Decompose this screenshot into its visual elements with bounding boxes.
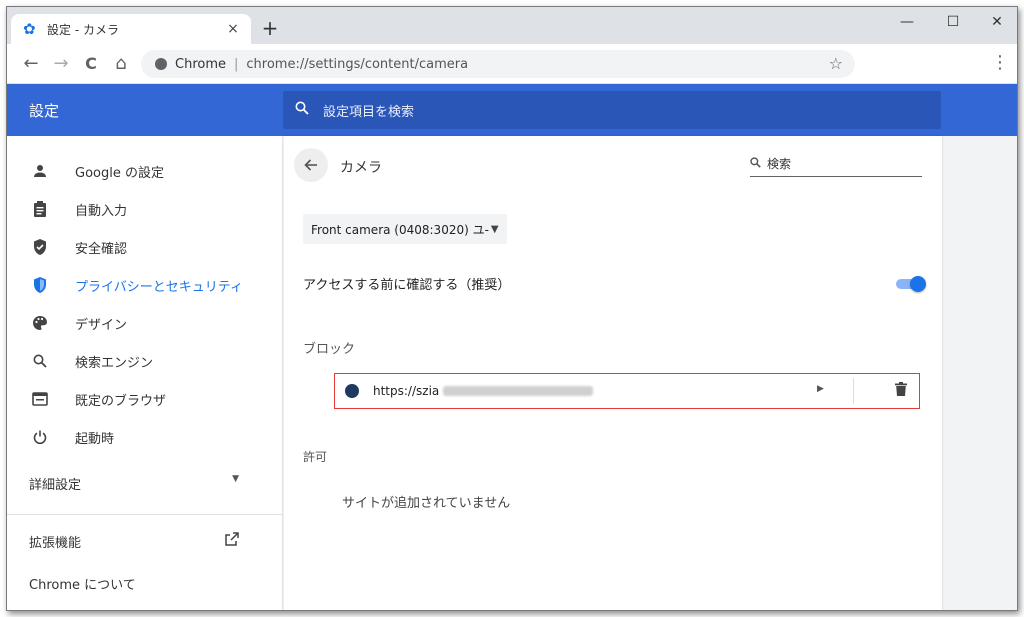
toggle-knob: [910, 276, 926, 292]
search-placeholder: 検索: [767, 157, 792, 171]
search-icon: [295, 101, 309, 119]
page-title: カメラ: [340, 160, 382, 176]
open-external-icon: [225, 532, 239, 551]
row-separator: [853, 378, 854, 404]
palette-icon: [31, 314, 49, 332]
sidebar-about-chrome[interactable]: Chrome について: [29, 574, 136, 593]
sidebar-item-label: 検索エンジン: [75, 355, 154, 371]
sidebar-item-label: 自動入力: [75, 203, 128, 219]
camera-select[interactable]: Front camera (0408:3020) ユ- ▼: [303, 214, 507, 244]
sidebar-item-label: プライバシーとセキュリティ: [75, 279, 243, 295]
sidebar-extensions[interactable]: 拡張機能: [29, 532, 239, 551]
trash-icon[interactable]: [895, 382, 907, 400]
gear-icon: ✿: [23, 20, 36, 38]
sidebar-item-startup[interactable]: 起動時: [7, 418, 283, 456]
tab-title: 設定 - カメラ: [47, 22, 119, 37]
shield-check-icon: [31, 238, 49, 256]
reload-icon[interactable]: C: [79, 51, 103, 75]
sidebar-item-privacy[interactable]: プライバシーとセキュリティ: [7, 266, 283, 304]
url-separator: |: [234, 56, 239, 72]
sidebar-item-safety-check[interactable]: 安全確認: [7, 228, 283, 266]
search-icon: [31, 352, 49, 370]
url-text: chrome://settings/content/camera: [246, 56, 469, 72]
tab-settings-camera[interactable]: ✿ 設定 - カメラ ×: [11, 14, 251, 44]
sidebar-item-default-browser[interactable]: 既定のブラウザ: [7, 380, 283, 418]
sidebar-item-label: 起動時: [75, 431, 115, 447]
tab-close-icon[interactable]: ×: [225, 21, 241, 37]
site-search-input[interactable]: 検索: [750, 155, 922, 177]
sidebar-advanced[interactable]: 詳細設定 ▼: [29, 474, 239, 493]
power-icon: [31, 428, 49, 446]
sidebar-item-google[interactable]: Google の設定: [7, 152, 283, 190]
menu-kebab-icon[interactable]: ⋮: [991, 53, 1009, 73]
clipboard-icon: [31, 200, 49, 218]
camera-select-value: Front camera (0408:3020) ユ-: [311, 222, 489, 237]
sidebar-item-design[interactable]: デザイン: [7, 304, 283, 342]
chrome-label: Chrome: [175, 56, 226, 72]
block-section-label: ブロック: [303, 342, 356, 357]
sidebar-divider: [7, 514, 283, 515]
extensions-label: 拡張機能: [29, 536, 82, 551]
bookmark-star-icon[interactable]: ☆: [829, 54, 843, 73]
sidebar-item-label: デザイン: [75, 317, 128, 333]
sidebar-item-autofill[interactable]: 自動入力: [7, 190, 283, 228]
redacted-url-part: [443, 386, 593, 396]
browser-icon: [31, 390, 49, 408]
back-arrow-icon[interactable]: ←: [19, 51, 43, 75]
ask-before-access-label: アクセスする前に確認する（推奨）: [303, 278, 511, 293]
search-icon: [750, 156, 761, 171]
allow-section-label: 許可: [303, 450, 328, 464]
allow-empty-message: サイトが追加されていません: [342, 496, 511, 511]
chrome-icon: [155, 58, 167, 70]
forward-arrow-icon[interactable]: →: [49, 51, 73, 75]
title-bar: ✿ 設定 - カメラ × + — ☐ ✕: [7, 7, 1017, 44]
sidebar-item-label: 安全確認: [75, 241, 128, 257]
camera-settings-card: カメラ 検索 Front camera (0408:3020) ユ- ▼ アクセ…: [284, 136, 942, 610]
home-icon[interactable]: ⌂: [109, 51, 133, 75]
minimize-button[interactable]: —: [885, 7, 929, 37]
settings-search-input[interactable]: 設定項目を検索: [283, 91, 941, 129]
advanced-label: 詳細設定: [29, 478, 82, 493]
settings-title: 設定: [29, 102, 60, 120]
site-favicon-icon: [345, 384, 359, 398]
chevron-down-icon: ▼: [490, 223, 499, 235]
settings-header: 設定 設定項目を検索: [7, 84, 1017, 136]
close-window-button[interactable]: ✕: [975, 7, 1017, 37]
ask-before-access-toggle[interactable]: [896, 276, 926, 292]
sidebar-item-search-engine[interactable]: 検索エンジン: [7, 342, 283, 380]
blocked-site-url: https://szia: [373, 384, 440, 398]
settings-sidebar: Google の設定 自動入力 安全確認 プライバシーとセキュリティ デザイン: [7, 136, 283, 610]
sidebar-item-label: 既定のブラウザ: [75, 393, 167, 409]
sidebar-item-label: Google の設定: [75, 165, 164, 181]
address-bar[interactable]: Chrome | chrome://settings/content/camer…: [141, 50, 855, 78]
new-tab-button[interactable]: +: [259, 17, 281, 39]
dropdown-arrow-icon: ▼: [232, 474, 239, 484]
search-placeholder: 設定項目を検索: [323, 104, 415, 120]
browser-window: ✿ 設定 - カメラ × + — ☐ ✕ ← → C ⌂ Chrome | ch…: [6, 6, 1018, 611]
person-icon: [31, 162, 49, 180]
maximize-button[interactable]: ☐: [931, 7, 975, 37]
browser-toolbar: ← → C ⌂ Chrome | chrome://settings/conte…: [7, 44, 1017, 84]
back-arrow-icon[interactable]: [294, 148, 328, 182]
shield-icon: [31, 276, 49, 294]
blocked-site-row[interactable]: https://szia ▶: [334, 373, 920, 409]
expand-arrow-icon[interactable]: ▶: [817, 384, 824, 394]
